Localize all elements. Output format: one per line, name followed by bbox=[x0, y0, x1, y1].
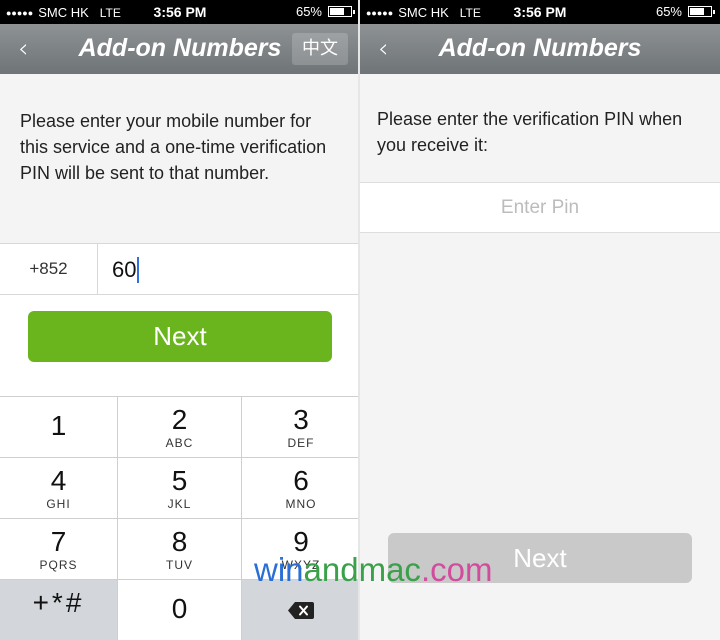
phone-entry-screen: ●●●●● SMC HK LTE 3:56 PM 65% ‹ Add-on Nu… bbox=[0, 0, 360, 640]
navigation-bar: ‹ Add-on Numbers bbox=[360, 24, 720, 74]
pin-input[interactable] bbox=[360, 183, 720, 232]
key-symbols[interactable]: +*# bbox=[0, 580, 118, 640]
next-button[interactable]: Next bbox=[28, 311, 332, 362]
phone-number-row: +852 bbox=[0, 243, 360, 295]
key-1[interactable]: 1 bbox=[0, 397, 118, 458]
instruction-text: Please enter your mobile number for this… bbox=[20, 111, 327, 183]
numeric-keypad: 1 2 ABC 3 DEF 4 GHI 5 JKL 6 MNO 7 PQRS 8 bbox=[0, 396, 360, 640]
battery-icon bbox=[328, 6, 355, 17]
pin-entry-screen: ●●●●● SMC HK LTE 3:56 PM 65% ‹ Add-on Nu… bbox=[360, 0, 720, 640]
key-7[interactable]: 7 PQRS bbox=[0, 519, 118, 580]
country-code[interactable]: +852 bbox=[0, 244, 98, 294]
status-bar: ●●●●● SMC HK LTE 3:56 PM 65% bbox=[360, 0, 720, 24]
instruction-text: Please enter the verification PIN when y… bbox=[377, 109, 683, 155]
pin-row bbox=[360, 182, 720, 233]
key-4[interactable]: 4 GHI bbox=[0, 458, 118, 519]
battery-percent: 65% bbox=[655, 4, 682, 19]
key-0[interactable]: 0 bbox=[118, 580, 242, 640]
watermark: winandmac.com bbox=[254, 551, 493, 588]
battery-icon bbox=[688, 6, 715, 17]
backspace-icon bbox=[288, 602, 314, 619]
key-backspace[interactable] bbox=[242, 580, 360, 640]
navigation-bar: ‹ Add-on Numbers 中文 bbox=[0, 24, 360, 74]
page-title: Add-on Numbers bbox=[438, 34, 642, 62]
key-5[interactable]: 5 JKL bbox=[118, 458, 242, 519]
phone-number-input[interactable] bbox=[112, 256, 342, 284]
key-6[interactable]: 6 MNO bbox=[242, 458, 360, 519]
key-8[interactable]: 8 TUV bbox=[118, 519, 242, 580]
key-2[interactable]: 2 ABC bbox=[118, 397, 242, 458]
language-toggle-button[interactable]: 中文 bbox=[292, 33, 348, 65]
text-cursor bbox=[137, 257, 139, 283]
battery-percent: 65% bbox=[295, 4, 322, 19]
status-bar: ●●●●● SMC HK LTE 3:56 PM 65% bbox=[0, 0, 360, 24]
key-3[interactable]: 3 DEF bbox=[242, 397, 360, 458]
